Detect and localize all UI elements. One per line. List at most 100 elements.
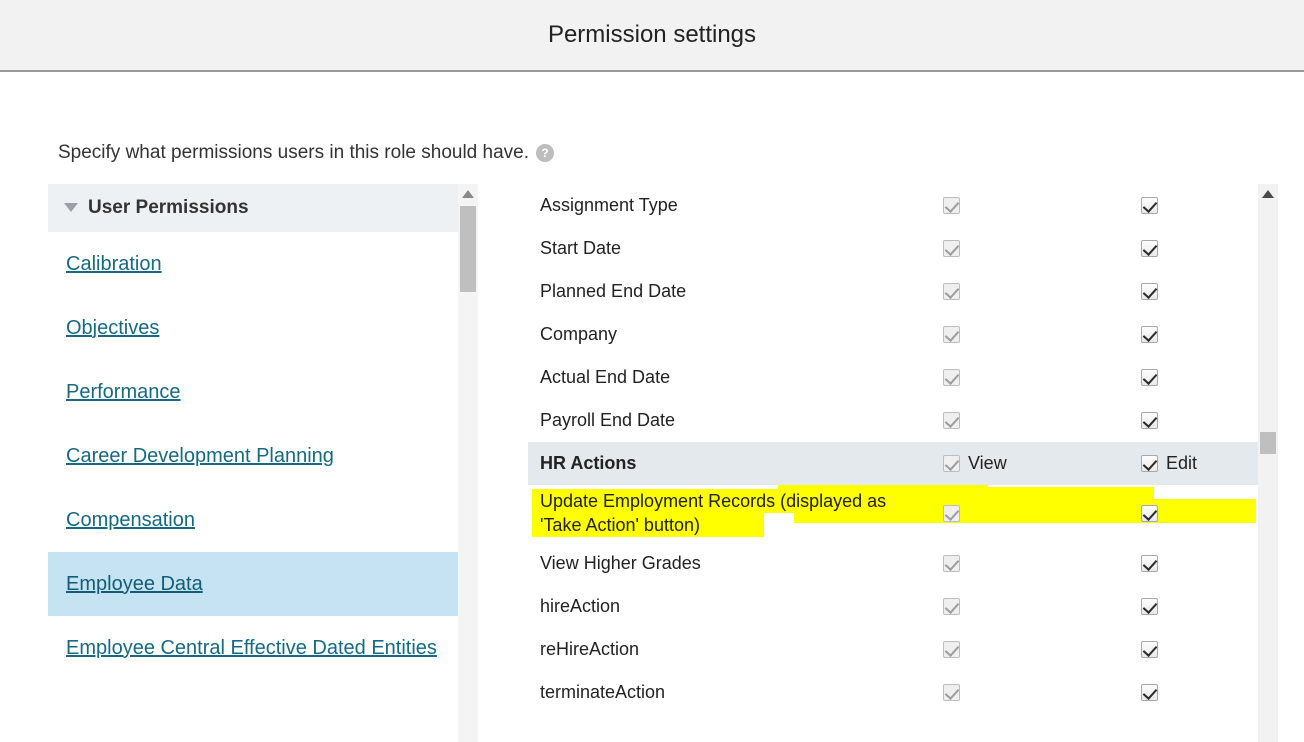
sidebar-item-label[interactable]: Objectives <box>66 315 159 341</box>
scroll-up-arrow-icon[interactable] <box>1262 190 1274 198</box>
view-checkbox <box>943 197 960 214</box>
sidebar-item-employee-central-effective-dated-entities[interactable]: Employee Central Effective Dated Entitie… <box>48 616 478 680</box>
edit-checkbox[interactable] <box>1141 641 1158 658</box>
sidebar-item-career-development-planning[interactable]: Career Development Planning <box>48 424 478 488</box>
permission-label: reHireAction <box>540 638 640 659</box>
edit-cell <box>1141 684 1158 701</box>
edit-checkbox[interactable] <box>1141 283 1158 300</box>
edit-cell <box>1141 283 1158 300</box>
edit-cell <box>1141 197 1158 214</box>
sidebar-scroll-thumb[interactable] <box>460 206 476 292</box>
permission-label: Update Employment Records (displayed as … <box>540 491 887 535</box>
view-cell <box>943 598 960 615</box>
edit-checkbox[interactable] <box>1141 555 1158 572</box>
view-cell <box>943 412 960 429</box>
view-cell <box>943 641 960 658</box>
edit-cell <box>1141 641 1158 658</box>
sidebar-item-label[interactable]: Compensation <box>66 507 195 533</box>
view-cell <box>943 684 960 701</box>
edit-cell <box>1141 505 1158 522</box>
yellow-highlight-marker <box>1088 499 1256 523</box>
view-checkbox <box>943 283 960 300</box>
sidebar-item-label[interactable]: Employee Central Effective Dated Entitie… <box>66 635 437 661</box>
permission-row: View Higher Grades <box>528 542 1258 585</box>
view-checkbox <box>943 369 960 386</box>
help-circle-icon[interactable]: ? <box>536 144 555 162</box>
edit-cell <box>1141 598 1158 615</box>
view-checkbox <box>943 505 960 522</box>
description-row: Specify what permissions users in this r… <box>58 142 555 164</box>
permission-label: Planned End Date <box>540 280 687 301</box>
sidebar-item-label[interactable]: Career Development Planning <box>66 443 334 469</box>
view-cell <box>943 555 960 572</box>
view-checkbox <box>943 240 960 257</box>
permission-group-label: HR Actions <box>540 452 637 473</box>
edit-checkbox[interactable] <box>1141 240 1158 257</box>
permission-label: Payroll End Date <box>540 409 676 430</box>
permission-category-sidebar[interactable]: User Permissions Calibration Objectives Pe… <box>48 184 478 742</box>
view-checkbox <box>943 326 960 343</box>
permission-row: hireAction <box>528 585 1258 628</box>
sidebar-header-user-permissions[interactable]: User Permissions <box>48 184 478 232</box>
permission-row: reHireAction <box>528 628 1258 671</box>
edit-cell <box>1141 326 1158 343</box>
view-column-label: View <box>968 453 1007 473</box>
view-cell <box>943 283 960 300</box>
view-cell: View <box>943 453 1007 474</box>
edit-cell <box>1141 240 1158 257</box>
view-checkbox <box>943 641 960 658</box>
edit-checkbox[interactable] <box>1141 369 1158 386</box>
sidebar-header-label: User Permissions <box>88 197 249 218</box>
window-header: Permission settings <box>0 0 1304 72</box>
view-checkbox <box>943 455 960 472</box>
view-checkbox <box>943 555 960 572</box>
permission-label: Actual End Date <box>540 366 671 387</box>
sidebar-item-employee-data[interactable]: Employee Data <box>48 552 478 616</box>
content-scrollbar[interactable] <box>1258 184 1278 742</box>
permission-row: Start Date <box>528 227 1258 270</box>
sidebar-item-performance[interactable]: Performance <box>48 360 478 424</box>
view-checkbox <box>943 598 960 615</box>
page-title: Permission settings <box>547 21 757 48</box>
view-cell <box>943 240 960 257</box>
edit-cell: Edit <box>1141 453 1197 474</box>
view-cell <box>943 197 960 214</box>
scroll-up-arrow-icon[interactable] <box>462 190 474 198</box>
edit-checkbox[interactable] <box>1141 197 1158 214</box>
edit-cell <box>1141 412 1158 429</box>
content-scroll-thumb[interactable] <box>1260 432 1276 454</box>
permission-group-header-row: HR Actions View Edit <box>528 442 1258 485</box>
permission-row: Planned End Date <box>528 270 1258 313</box>
sidebar-item-list: Calibration Objectives Performance Career D… <box>48 232 478 680</box>
view-cell <box>943 326 960 343</box>
sidebar-item-compensation[interactable]: Compensation <box>48 488 478 552</box>
permission-row: Update Employment Records (displayed as … <box>528 485 1258 542</box>
view-checkbox <box>943 412 960 429</box>
sidebar-item-calibration[interactable]: Calibration <box>48 232 478 296</box>
sidebar-item-label[interactable]: Employee Data <box>66 571 203 597</box>
edit-column-label: Edit <box>1166 453 1198 473</box>
permission-row: terminateAction <box>528 671 1258 714</box>
edit-cell <box>1141 555 1158 572</box>
edit-cell <box>1141 369 1158 386</box>
triangle-down-icon[interactable] <box>64 202 78 212</box>
permission-label: Start Date <box>540 237 622 258</box>
sidebar-item-label[interactable]: Calibration <box>66 251 162 277</box>
edit-checkbox[interactable] <box>1141 455 1158 472</box>
view-cell <box>943 505 960 522</box>
edit-checkbox[interactable] <box>1141 326 1158 343</box>
edit-checkbox[interactable] <box>1141 412 1158 429</box>
sidebar-item-objectives[interactable]: Objectives <box>48 296 478 360</box>
sidebar-item-label[interactable]: Performance <box>66 379 181 405</box>
permission-label: hireAction <box>540 595 621 616</box>
edit-checkbox[interactable] <box>1141 505 1158 522</box>
permission-row: Assignment Type <box>528 184 1258 227</box>
edit-checkbox[interactable] <box>1141 684 1158 701</box>
permission-row: Actual End Date <box>528 356 1258 399</box>
permission-label: Company <box>540 323 618 344</box>
edit-checkbox[interactable] <box>1141 598 1158 615</box>
sidebar-scrollbar[interactable] <box>458 184 478 742</box>
permission-label: View Higher Grades <box>540 552 701 573</box>
permission-label: Assignment Type <box>540 194 678 215</box>
view-cell <box>943 369 960 386</box>
